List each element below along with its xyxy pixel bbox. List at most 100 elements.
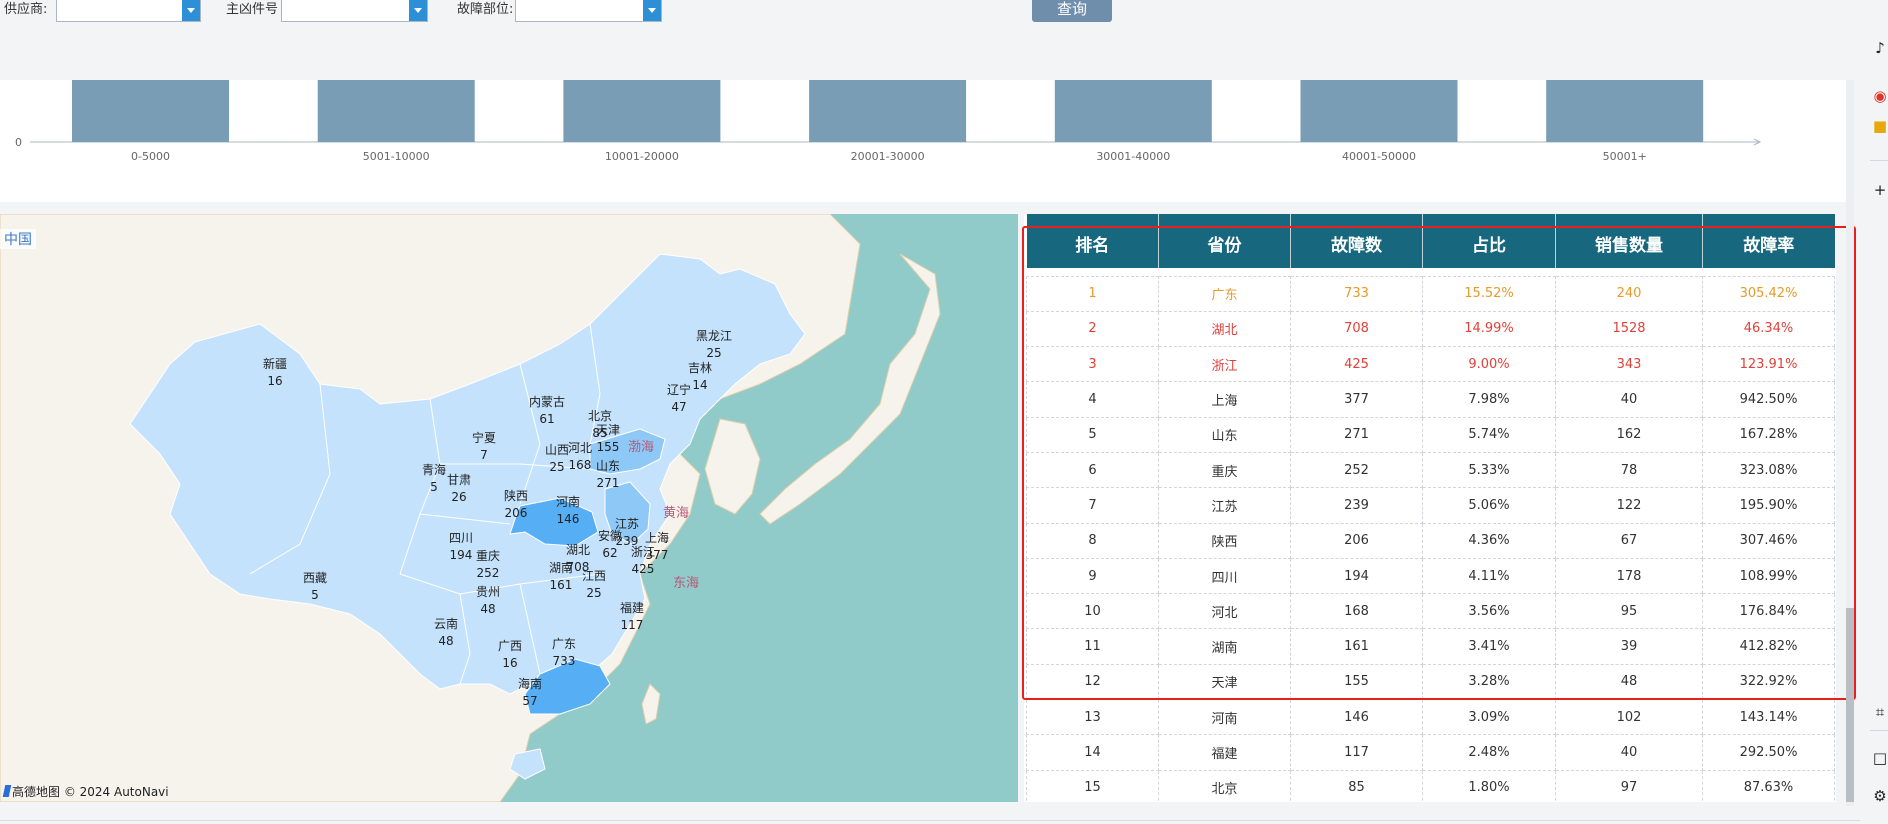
cell-fault-count: 708 (1290, 310, 1423, 348)
province-name: 福建 (619, 601, 645, 615)
cell-rank: 11 (1026, 628, 1159, 665)
province-value: 206 (504, 506, 528, 520)
table-row[interactable]: 8 陕西 206 4.36% 67 307.46% (1026, 522, 1835, 559)
province-value: 26 (451, 490, 467, 504)
crop-icon[interactable]: ⌗ (1872, 704, 1888, 720)
chevron-down-icon[interactable] (643, 0, 661, 21)
header-fault-count[interactable]: 故障数 (1290, 214, 1423, 268)
fault-position-label: 故障部位: (457, 2, 514, 17)
province-value: 7 (480, 448, 488, 462)
province-label[interactable]: 湖南 161 (549, 560, 573, 594)
table-row[interactable]: 5 山东 271 5.74% 162 167.28% (1026, 416, 1835, 453)
cell-ratio: 5.33% (1422, 451, 1556, 489)
table-row[interactable]: 7 江苏 239 5.06% 122 195.90% (1026, 487, 1835, 524)
supplier-select[interactable] (56, 0, 201, 22)
table-row[interactable]: 12 天津 155 3.28% 48 322.92% (1026, 663, 1835, 701)
table-row[interactable]: 9 四川 194 4.11% 178 108.99% (1026, 557, 1835, 595)
province-value: 25 (549, 460, 565, 474)
header-rank[interactable]: 排名 (1026, 214, 1159, 268)
province-label[interactable]: 新疆 16 (263, 356, 287, 390)
province-label[interactable]: 安徽 62 (598, 528, 622, 562)
vertical-scrollbar[interactable] (1846, 80, 1854, 806)
province-label[interactable]: 山西 25 (545, 442, 569, 476)
province-label[interactable]: 青海 5 (422, 462, 446, 496)
province-label[interactable]: 云南 48 (434, 616, 458, 650)
province-value: 161 (549, 578, 573, 592)
province-label[interactable]: 西藏 5 (303, 570, 327, 604)
header-sales[interactable]: 销售数量 (1555, 214, 1703, 268)
table-row[interactable]: 2 湖北 708 14.99% 1528 46.34% (1026, 310, 1835, 348)
bar-10001-20000[interactable] (563, 80, 721, 142)
map-attribution: 高德地图 © 2024 AutoNavi (2, 783, 169, 800)
bar-50001+[interactable] (1546, 80, 1704, 142)
province-label[interactable]: 陕西 206 (504, 488, 528, 522)
province-label[interactable]: 重庆 252 (476, 548, 500, 582)
table-row[interactable]: 1 广东 733 15.52% 240 305.42% (1026, 275, 1835, 312)
province-label[interactable]: 吉林 14 (688, 360, 712, 394)
cell-fault-rate: 143.14% (1702, 699, 1835, 736)
province-label[interactable]: 天津 155 (596, 422, 620, 456)
china-fault-map[interactable]: 中国 黑龙江 25 吉林 14 辽宁 47 新疆 16 内蒙古 61 北京 85 天津 155 河北 168 山… (0, 214, 1018, 802)
app-icon[interactable]: ■ (1872, 118, 1888, 134)
cell-fault-count: 271 (1290, 416, 1423, 453)
province-label[interactable]: 辽宁 47 (667, 382, 691, 416)
tiktok-icon[interactable]: ♪ (1872, 40, 1888, 56)
bar-5001-10000[interactable] (317, 80, 475, 142)
province-label[interactable]: 山东 271 (596, 458, 620, 492)
y-tick-label: 0 (15, 136, 22, 149)
table-row[interactable]: 13 河南 146 3.09% 102 143.14% (1026, 699, 1835, 736)
settings-icon[interactable]: ⚙ (1872, 788, 1888, 804)
weibo-icon[interactable]: ◉ (1872, 88, 1888, 104)
province-label[interactable]: 黑龙江 25 (696, 328, 732, 362)
table-row[interactable]: 15 北京 85 1.80% 97 87.63% (1026, 769, 1835, 802)
table-row[interactable]: 14 福建 117 2.48% 40 292.50% (1026, 734, 1835, 771)
province-name: 四川 (448, 531, 474, 545)
province-name: 青海 (421, 463, 447, 477)
province-name: 云南 (433, 617, 459, 631)
header-ratio[interactable]: 占比 (1422, 214, 1556, 268)
province-label[interactable]: 贵州 48 (476, 584, 500, 618)
table-row[interactable]: 6 重庆 252 5.33% 78 323.08% (1026, 451, 1835, 489)
bar-30001-40000[interactable] (1054, 80, 1212, 142)
cell-fault-rate: 323.08% (1702, 451, 1835, 489)
scrollbar-thumb[interactable] (1846, 608, 1854, 802)
part-number-select[interactable] (281, 0, 428, 22)
province-value: 155 (596, 440, 620, 454)
x-tick-label: 10001-20000 (605, 150, 679, 163)
chevron-down-icon[interactable] (409, 0, 427, 21)
bar-40001-50000[interactable] (1300, 80, 1458, 142)
province-label[interactable]: 浙江 425 (631, 544, 655, 578)
province-label[interactable]: 广东 733 (552, 636, 576, 670)
bar-20001-30000[interactable] (809, 80, 967, 142)
cell-rank: 1 (1026, 275, 1159, 312)
cell-province: 广东 (1158, 275, 1291, 312)
province-label[interactable]: 河南 146 (556, 494, 580, 528)
fault-position-select[interactable] (515, 0, 662, 22)
chevron-down-icon[interactable] (182, 0, 200, 21)
table-row[interactable]: 11 湖南 161 3.41% 39 412.82% (1026, 628, 1835, 665)
province-label[interactable]: 江西 25 (582, 568, 606, 602)
header-province[interactable]: 省份 (1158, 214, 1291, 268)
window-icon[interactable]: □ (1872, 750, 1888, 766)
province-label[interactable]: 宁夏 7 (472, 430, 496, 464)
province-label[interactable]: 河北 168 (568, 440, 592, 474)
province-name: 山西 (544, 443, 570, 457)
province-label[interactable]: 海南 57 (518, 676, 542, 710)
province-label[interactable]: 内蒙古 61 (529, 394, 565, 428)
table-row[interactable]: 10 河北 168 3.56% 95 176.84% (1026, 593, 1835, 630)
header-fault-rate[interactable]: 故障率 (1702, 214, 1835, 268)
cell-province: 福建 (1158, 734, 1291, 771)
province-label[interactable]: 甘肃 26 (447, 472, 471, 506)
cell-rank: 7 (1026, 487, 1159, 524)
cell-fault-rate: 412.82% (1702, 628, 1835, 665)
province-name: 江西 (581, 569, 607, 583)
province-label[interactable]: 福建 117 (620, 600, 644, 634)
add-icon[interactable]: + (1872, 182, 1888, 198)
cell-fault-count: 117 (1290, 734, 1423, 771)
table-row[interactable]: 4 上海 377 7.98% 40 942.50% (1026, 381, 1835, 418)
table-row[interactable]: 3 浙江 425 9.00% 343 123.91% (1026, 346, 1835, 383)
bar-0-5000[interactable] (72, 80, 229, 142)
province-label[interactable]: 四川 194 (449, 530, 473, 564)
province-label[interactable]: 广西 16 (498, 638, 522, 672)
query-button[interactable]: 查询 (1032, 0, 1112, 22)
